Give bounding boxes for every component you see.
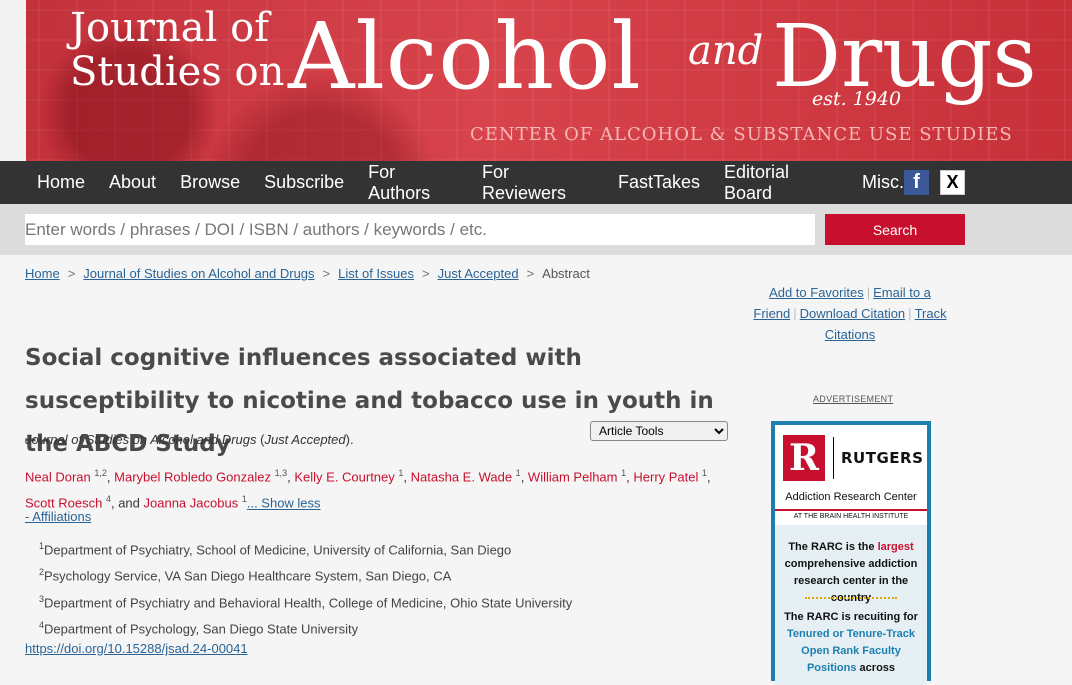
author-affiliation-number: 1 (515, 468, 521, 478)
divider: | (866, 285, 871, 300)
author-name[interactable]: Neal Doran (25, 469, 91, 484)
author-affiliation-number: 1 (621, 468, 627, 478)
rutgers-wordmark: RUTGERS (841, 449, 924, 467)
ad-text: across (859, 662, 896, 674)
banner-title-line2: Studies on (70, 49, 285, 95)
author-name[interactable]: Kelly E. Courtney (294, 469, 394, 484)
article-status: Just Accepted (264, 432, 346, 447)
nav-fasttakes[interactable]: FastTakes (618, 172, 700, 193)
banner-title-line1: Journal of (70, 5, 270, 51)
breadcrumb-sep: > (526, 266, 535, 281)
breadcrumb-current: Abstract (542, 266, 590, 281)
nav-about[interactable]: About (109, 172, 156, 193)
author-name[interactable]: William Pelham (528, 469, 618, 484)
affiliation-item: 1Department of Psychiatry, School of Med… (39, 535, 572, 561)
ad-body: The RARC is the largest comprehensive ad… (775, 525, 927, 685)
author-name[interactable]: Herry Patel (633, 469, 698, 484)
ad-highlight: largest (877, 541, 914, 553)
author-affiliation-number: 1,3 (274, 468, 288, 478)
breadcrumb-sep: > (67, 266, 76, 281)
banner-established: est. 1940 (812, 88, 902, 110)
nav-subscribe[interactable]: Subscribe (264, 172, 344, 193)
show-less-link[interactable]: ... Show less (247, 496, 321, 511)
nav-home[interactable]: Home (37, 172, 85, 193)
nav-for-authors[interactable]: For Authors (368, 162, 458, 204)
article-actions: Add to Favorites | Email to a Friend | Downl… (745, 282, 955, 345)
journal-citation-line: Journal of Studies on Alcohol and Drugs … (25, 432, 354, 447)
affiliations-toggle[interactable]: - Affiliations (25, 509, 91, 524)
breadcrumb-sep: > (422, 266, 430, 281)
doi-link[interactable]: https://doi.org/10.15288/jsad.24-00041 (25, 641, 248, 656)
facebook-icon[interactable]: f (904, 170, 929, 195)
breadcrumb-list-of-issues[interactable]: List of Issues (338, 266, 414, 281)
author-affiliation-number: 1 (702, 468, 708, 478)
affiliation-item: 2Psychology Service, VA San Diego Health… (39, 561, 572, 587)
nav-editorial-board[interactable]: Editorial Board (724, 162, 838, 204)
affiliation-text: Department of Psychiatry and Behavioral … (44, 594, 573, 610)
and-word: , and (110, 495, 140, 511)
search-button[interactable]: Search (825, 214, 965, 245)
journal-name: Journal of Studies on Alcohol and Drugs (25, 432, 257, 447)
affiliations-list: 1Department of Psychiatry, School of Med… (39, 535, 572, 640)
banner-title-left: Journal of Studies on (70, 6, 284, 94)
breadcrumb-journal[interactable]: Journal of Studies on Alcohol and Drugs (83, 266, 314, 281)
download-citation-link[interactable]: Download Citation (800, 306, 906, 321)
nav-browse[interactable]: Browse (180, 172, 240, 193)
breadcrumb-sep: > (322, 266, 331, 281)
author-affiliation-number: 1,2 (94, 468, 107, 478)
author-affiliation-number: 1 (398, 468, 404, 478)
banner-title-alcohol: Alcohol (288, 3, 642, 110)
center-subtitle: AT THE BRAIN HEALTH INSTITUTE (775, 509, 927, 520)
breadcrumb-just-accepted[interactable]: Just Accepted (438, 266, 519, 281)
advertisement-label: ADVERTISEMENT (813, 394, 894, 404)
rutgers-logo-icon: R (783, 435, 825, 481)
affiliation-item: 3Department of Psychiatry and Behavioral… (39, 588, 572, 614)
banner-left-edge (0, 0, 26, 161)
author-name[interactable]: Joanna Jacobus (144, 496, 239, 511)
divider: | (793, 306, 797, 321)
affiliation-text: Department of Psychiatry, School of Medi… (44, 542, 512, 558)
main-nav: Home About Browse Subscribe For Authors … (0, 161, 1072, 204)
affiliation-item: 4Department of Psychology, San Diego Sta… (39, 614, 572, 640)
affiliation-text: Department of Psychology, San Diego Stat… (44, 621, 359, 637)
center-name: Addiction Research Center (785, 491, 917, 503)
search-bar: Search (0, 204, 1072, 255)
dotted-divider (805, 597, 897, 599)
search-input[interactable] (25, 214, 815, 245)
divider: | (908, 306, 912, 321)
author-name[interactable]: Natasha E. Wade (411, 469, 512, 484)
x-twitter-icon[interactable]: X (940, 170, 965, 195)
nav-misc[interactable]: Misc. (862, 172, 904, 193)
ad-text: The RARC is the (788, 541, 875, 553)
author-name[interactable]: Marybel Robledo Gonzalez (114, 469, 271, 484)
logo-divider (833, 437, 834, 479)
ad-paragraph-2: The RARC is recuiting for Tenured or Ten… (779, 609, 923, 677)
banner-title-and: and (688, 28, 764, 74)
add-to-favorites-link[interactable]: Add to Favorites (769, 285, 864, 300)
breadcrumb: Home > Journal of Studies on Alcohol and D… (25, 266, 590, 281)
breadcrumb-home[interactable]: Home (25, 266, 60, 281)
ad-link-text: Tenured or Tenure-Track Open Rank Facult… (787, 628, 915, 674)
affiliation-text: Psychology Service, VA San Diego Healthc… (44, 568, 452, 584)
rutgers-advertisement[interactable]: R RUTGERS Addiction Research Center AT T… (771, 421, 931, 685)
article-tools-select[interactable]: Article Tools (590, 421, 728, 441)
banner-subtitle: CENTER OF ALCOHOL & SUBSTANCE USE STUDIE… (470, 124, 1013, 145)
journal-banner[interactable]: Journal of Studies on Alcohol and Drugs … (0, 0, 1072, 161)
social-links: f X (904, 170, 965, 195)
nav-for-reviewers[interactable]: For Reviewers (482, 162, 594, 204)
ad-text: The RARC is recuiting for (784, 611, 918, 623)
author-list: Neal Doran 1,2, Marybel Robledo Gonzalez… (25, 468, 711, 511)
